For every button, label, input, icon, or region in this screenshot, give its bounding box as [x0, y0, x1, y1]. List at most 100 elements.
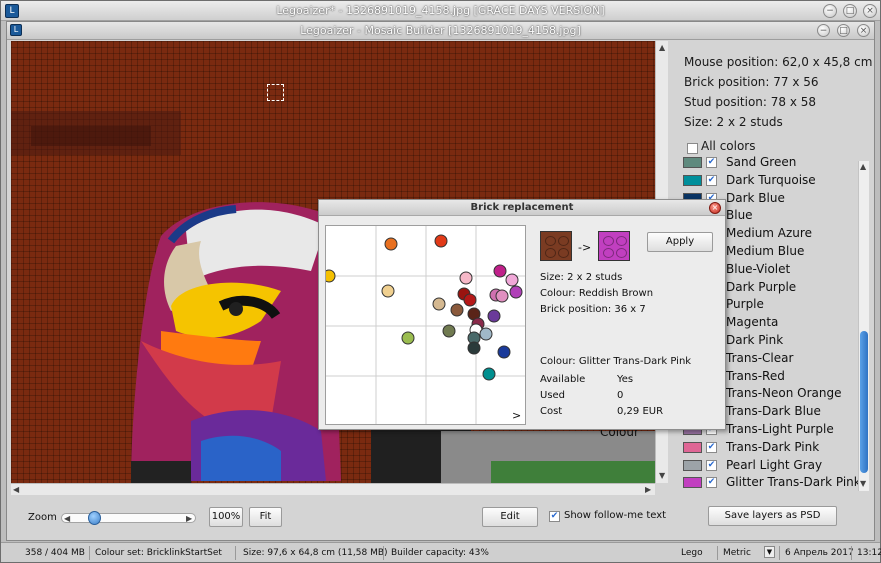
status-time: 13:12 — [857, 548, 881, 558]
color-checkbox[interactable]: ✔ — [706, 477, 717, 489]
zoom-out-icon[interactable]: ◀ — [64, 514, 70, 523]
metric-dropdown-icon[interactable]: ▼ — [764, 546, 775, 558]
zoom-percent-button[interactable]: 100% — [209, 507, 243, 527]
color-checkbox[interactable]: ✔ — [706, 157, 717, 168]
inner-minimize-icon[interactable]: − — [817, 24, 830, 37]
color-name: Magenta — [726, 315, 779, 330]
color-points-plot — [326, 226, 525, 424]
color-name: Trans-Neon Orange — [726, 386, 842, 401]
cost-label: Cost — [540, 406, 563, 417]
scroll-left-icon[interactable]: ◀ — [13, 485, 19, 494]
color-name: Medium Blue — [726, 244, 805, 258]
status-capacity: Builder capacity: 43% — [391, 548, 489, 558]
color-list-item[interactable]: ✔ Sand Green — [680, 154, 862, 171]
color-name: Trans-Light Purple — [726, 422, 834, 436]
zoom-slider[interactable]: ◀ ▶ — [61, 511, 196, 525]
used-label: Used — [540, 390, 566, 401]
plot-more-icon[interactable]: > — [512, 409, 521, 422]
color-checkbox[interactable]: ✔ — [706, 459, 717, 471]
target-brick-image — [598, 231, 630, 261]
color-name: Trans-Dark Pink — [726, 439, 820, 454]
color-name: Trans-Red — [726, 368, 785, 383]
zoom-in-icon[interactable]: ▶ — [186, 514, 192, 523]
mosaic-builder-title: Legoaizer - Mosaic Builder [1326891019_4… — [300, 24, 581, 37]
color-checkbox[interactable]: ✔ — [706, 441, 717, 453]
color-name: Dark Turquoise — [726, 172, 816, 187]
target-colour-text: Colour: Glitter Trans-Dark Pink — [540, 356, 692, 367]
color-name: Pearl Light Gray — [726, 457, 823, 472]
maximize-icon[interactable]: □ — [843, 4, 857, 18]
color-swatch — [683, 477, 702, 489]
scroll-down-icon[interactable]: ▼ — [659, 471, 665, 480]
show-follow-label: Show follow-me text — [564, 510, 667, 521]
dialog-title: Brick replacement — [319, 200, 725, 216]
color-swatch — [683, 459, 702, 471]
show-follow-checkbox[interactable]: ✔ — [549, 511, 560, 522]
mosaic-builder-title-bar: L Legoaizer - Mosaic Builder [1326891019… — [7, 22, 874, 40]
color-name: Purple — [726, 297, 764, 312]
brick-size-text: Size: 2 x 2 studs — [540, 272, 623, 283]
inner-close-icon[interactable]: × — [857, 24, 870, 37]
save-layers-button[interactable]: Save layers as PSD — [708, 506, 837, 526]
zoom-label: Zoom — [28, 512, 57, 523]
all-colors-label: All colors — [701, 139, 756, 153]
status-colour-set: Colour set: BricklinkStartSet — [95, 548, 222, 558]
color-name: Dark Blue — [726, 190, 785, 205]
available-value: Yes — [617, 374, 634, 385]
status-date: 6 Апрель 2017 — [785, 548, 854, 558]
color-list-scrollbar[interactable]: ▲ ▼ — [858, 161, 869, 491]
inner-maximize-icon[interactable]: □ — [837, 24, 850, 37]
app-title: Legoaizer* - 1326891019_4158.jpg [GRACE … — [276, 4, 605, 17]
status-metric[interactable]: Metric — [723, 548, 751, 558]
color-name: Trans-Dark Blue — [726, 404, 821, 419]
mouse-position: Mouse position: 62,0 x 45,8 cm — [684, 55, 873, 69]
brick-selection-cursor — [267, 84, 284, 101]
canvas-horizontal-scrollbar[interactable]: ◀ ▶ — [11, 483, 655, 495]
color-swatch — [683, 441, 702, 453]
color-list-item[interactable]: ✔ Trans-Dark Pink — [680, 439, 862, 456]
brick-position-text: Brick position: 36 x 7 — [540, 304, 646, 315]
zoom-slider-knob[interactable] — [88, 511, 102, 525]
color-name: Blue — [726, 208, 753, 223]
replacement-arrow: -> — [578, 241, 592, 254]
color-name: Dark Purple — [726, 279, 797, 294]
edit-button[interactable]: Edit — [482, 507, 538, 527]
app-window: L Legoaizer* - 1326891019_4158.jpg [GRAC… — [0, 0, 881, 563]
color-swatch — [683, 157, 702, 168]
source-brick-image — [540, 231, 572, 261]
brick-replacement-dialog: Brick replacement × > -> Apply Size: 2 x… — [318, 199, 726, 430]
stud-position: Stud position: 78 x 58 — [684, 95, 817, 109]
cost-value: 0,29 EUR — [617, 406, 664, 417]
scroll-right-icon[interactable]: ▶ — [645, 485, 651, 494]
color-checkbox[interactable]: ✔ — [706, 174, 717, 186]
color-name: Blue-Violet — [726, 261, 791, 276]
color-name: Dark Pink — [726, 333, 784, 347]
color-name: Medium Azure — [726, 226, 812, 241]
list-scroll-down-icon[interactable]: ▼ — [860, 479, 866, 488]
color-name: Trans-Clear — [726, 350, 794, 365]
status-memory: 358 / 404 MB — [25, 548, 85, 558]
color-name: Glitter Trans-Dark Pink — [726, 475, 861, 490]
color-list-scroll-thumb[interactable] — [860, 331, 868, 473]
brick-size: Size: 2 x 2 studs — [684, 115, 783, 129]
apply-button[interactable]: Apply — [647, 232, 713, 252]
dialog-close-icon[interactable]: × — [709, 202, 721, 214]
color-list-item[interactable]: ✔ Pearl Light Gray — [680, 457, 862, 474]
color-list-item[interactable]: ✔ Dark Turquoise — [680, 172, 862, 189]
status-size: Size: 97,6 x 64,8 cm (11,58 MB) — [243, 548, 388, 558]
color-distance-plot[interactable]: > — [325, 225, 526, 425]
status-lego: Lego — [681, 548, 703, 558]
available-label: Available — [540, 374, 586, 385]
used-value: 0 — [617, 390, 624, 401]
app-title-bar: L Legoaizer* - 1326891019_4158.jpg [GRAC… — [1, 1, 880, 21]
color-name: Sand Green — [726, 155, 797, 169]
list-scroll-up-icon[interactable]: ▲ — [860, 162, 866, 171]
minimize-icon[interactable]: − — [823, 4, 837, 18]
close-icon[interactable]: × — [863, 4, 877, 18]
all-colors-checkbox[interactable] — [687, 143, 698, 154]
scroll-up-icon[interactable]: ▲ — [659, 43, 665, 52]
brick-colour-text: Colour: Reddish Brown — [540, 288, 654, 299]
fit-button[interactable]: Fit — [249, 507, 282, 527]
color-list-item[interactable]: ✔ Glitter Trans-Dark Pink — [680, 474, 862, 491]
color-swatch — [683, 174, 702, 186]
